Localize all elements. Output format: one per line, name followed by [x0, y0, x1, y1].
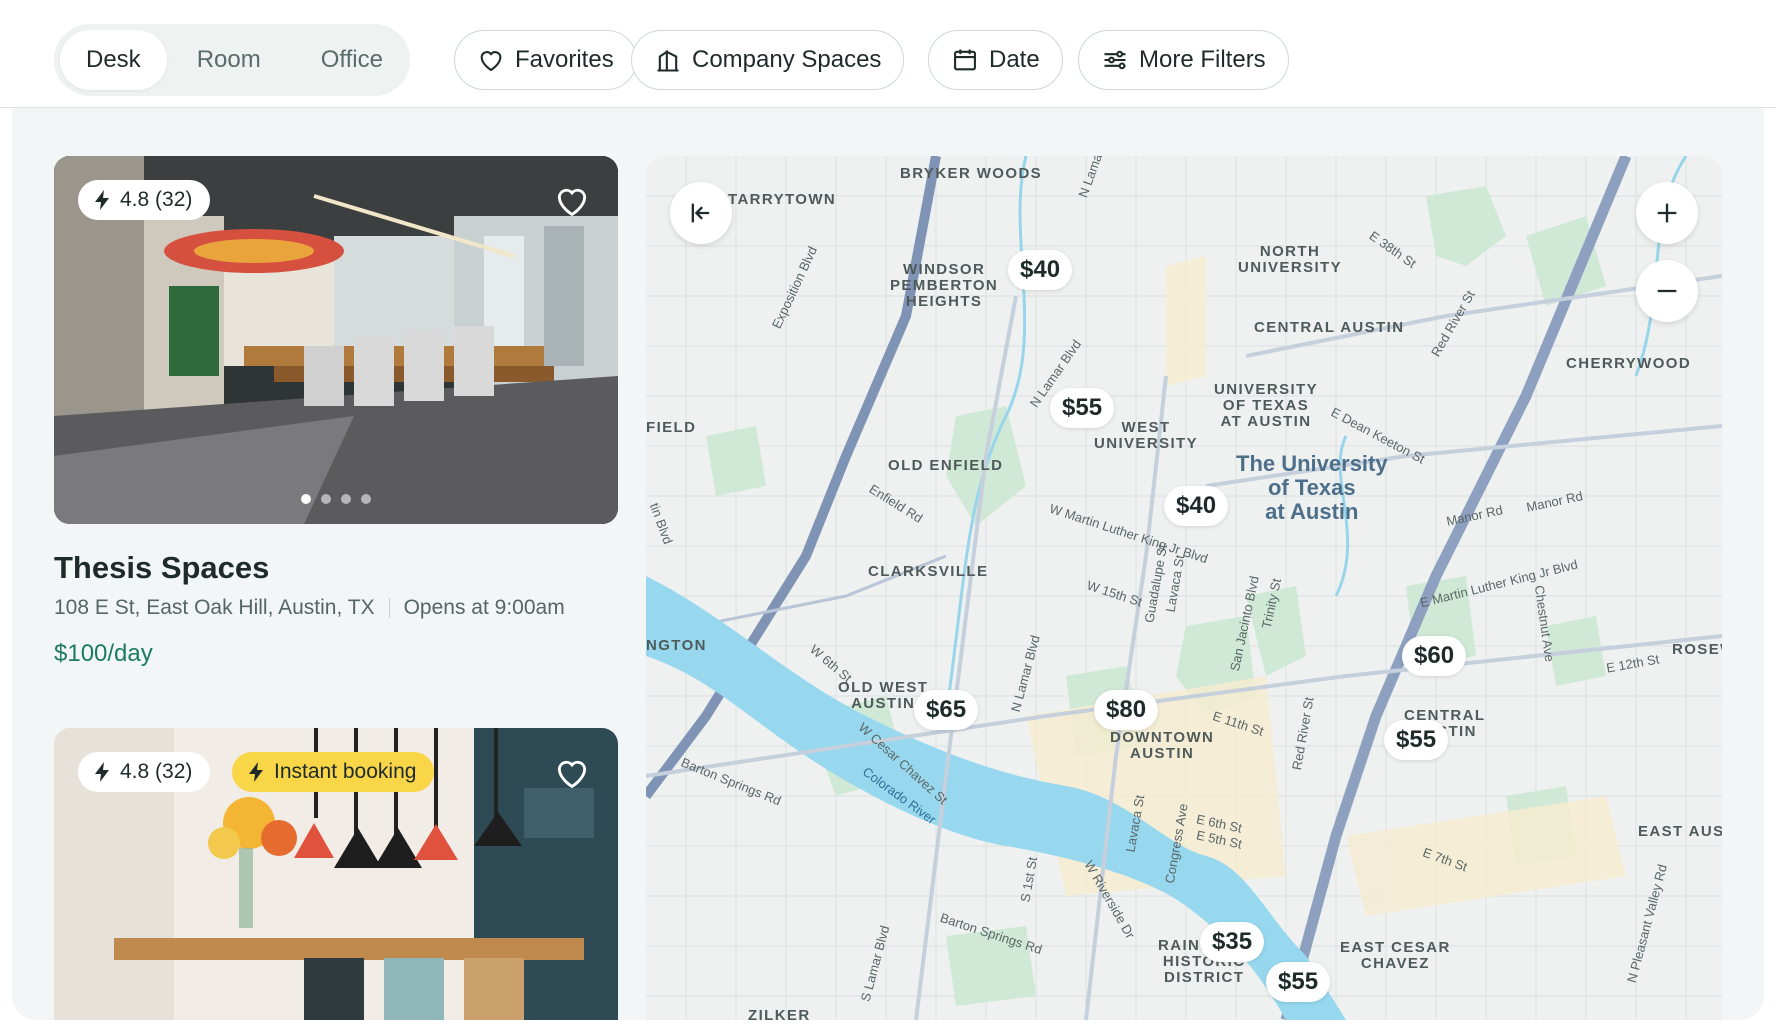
- map-price-pin[interactable]: $65: [914, 690, 979, 730]
- carousel-dot[interactable]: [301, 494, 311, 504]
- more-filters-label: More Filters: [1139, 46, 1266, 73]
- listing-hours: Opens at 9:00am: [403, 596, 565, 619]
- listing-price: $100/day: [54, 640, 153, 667]
- rating-text: 4.8 (32): [120, 760, 193, 783]
- rating-badge: 4.8 (32): [78, 752, 211, 792]
- bolt-icon: [249, 762, 263, 782]
- neighborhood-label: CLARKSVILLE: [868, 563, 989, 580]
- filter-bar: Desk Room Office Favorites Company Space…: [0, 0, 1776, 108]
- map-price-pin[interactable]: $35: [1200, 922, 1265, 962]
- zoom-out-button[interactable]: [1636, 260, 1698, 322]
- heart-icon: [480, 51, 502, 72]
- map-price-pin[interactable]: $55: [1266, 962, 1331, 1002]
- tab-desk[interactable]: Desk: [60, 30, 167, 90]
- bolt-icon: [95, 762, 109, 782]
- neighborhood-label: ROSEW: [1672, 641, 1722, 658]
- date-filter-button[interactable]: Date: [928, 30, 1063, 90]
- rating-badge: 4.8 (32): [78, 180, 211, 220]
- company-spaces-filter-button[interactable]: Company Spaces: [631, 30, 905, 90]
- favorites-label: Favorites: [515, 46, 614, 73]
- carousel-dot[interactable]: [361, 494, 371, 504]
- neighborhood-label: BRYKER WOODS: [900, 165, 1043, 182]
- listing-photo[interactable]: 4.8 (32): [54, 156, 618, 524]
- plus-icon: [1657, 203, 1677, 223]
- neighborhood-label: NGTON: [646, 637, 707, 654]
- favorites-filter-button[interactable]: Favorites: [454, 30, 637, 90]
- listing-details: 108 E St, East Oak Hill, Austin, TX Open…: [54, 596, 565, 620]
- instant-booking-text: Instant booking: [274, 760, 417, 783]
- neighborhood-label: UNIVERSITY OF TEXAS AT AUSTIN: [1214, 381, 1319, 430]
- neighborhood-label: CHERRYWOOD: [1566, 355, 1692, 372]
- map-price-pin[interactable]: $55: [1384, 720, 1449, 760]
- divider: [388, 598, 390, 618]
- minus-icon: [1657, 289, 1677, 293]
- neighborhood-label: WINDSOR PEMBERTON HEIGHTS: [890, 261, 999, 310]
- tab-office[interactable]: Office: [291, 30, 413, 90]
- calendar-icon: [954, 49, 976, 71]
- instant-booking-badge: Instant booking: [232, 752, 435, 792]
- collapse-map-button[interactable]: [670, 182, 732, 244]
- neighborhood-label: TARRYTOWN: [728, 191, 837, 208]
- company-spaces-label: Company Spaces: [692, 46, 882, 73]
- map-price-pin[interactable]: $60: [1402, 636, 1467, 676]
- photo-carousel-dots[interactable]: [301, 494, 371, 504]
- carousel-dot[interactable]: [341, 494, 351, 504]
- sliders-icon: [1104, 50, 1126, 70]
- neighborhood-label: NORTH UNIVERSITY: [1238, 243, 1343, 276]
- favorite-heart-icon[interactable]: [552, 754, 592, 792]
- map-price-pin[interactable]: $80: [1094, 690, 1159, 730]
- bolt-icon: [95, 190, 109, 210]
- map-price-pin[interactable]: $40: [1008, 250, 1073, 290]
- campus-label: The University of Texas at Austin: [1236, 451, 1388, 524]
- neighborhood-label: EAST AUS: [1638, 823, 1722, 840]
- listing-address: 108 E St, East Oak Hill, Austin, TX: [54, 596, 375, 619]
- map-panel[interactable]: BRYKER WOODS TARRYTOWN WINDSOR PEMBERTON…: [646, 156, 1722, 1020]
- map-price-pin[interactable]: $40: [1164, 486, 1229, 526]
- map-base: [646, 156, 1722, 1020]
- space-type-toggle: Desk Room Office: [54, 24, 410, 96]
- tab-room[interactable]: Room: [167, 30, 291, 90]
- neighborhood-label: ZILKER: [748, 1007, 811, 1021]
- listing-photo[interactable]: 4.8 (32) Instant booking: [54, 728, 618, 1020]
- neighborhood-label: WEST UNIVERSITY: [1094, 419, 1199, 452]
- neighborhood-label: OLD ENFIELD: [888, 457, 1004, 474]
- zoom-in-button[interactable]: [1636, 182, 1698, 244]
- carousel-dot[interactable]: [321, 494, 331, 504]
- listing-title[interactable]: Thesis Spaces: [54, 550, 269, 586]
- collapse-left-icon: [691, 203, 710, 223]
- building-icon: [657, 49, 679, 72]
- neighborhood-label: DOWNTOWN AUSTIN: [1110, 729, 1215, 762]
- app-page: Desk Room Office Favorites Company Space…: [0, 0, 1776, 1032]
- map-price-pin[interactable]: $55: [1050, 388, 1115, 428]
- favorite-heart-icon[interactable]: [552, 182, 592, 220]
- neighborhood-label: CENTRAL AUSTIN: [1254, 319, 1405, 336]
- more-filters-button[interactable]: More Filters: [1078, 30, 1289, 90]
- date-label: Date: [989, 46, 1040, 73]
- rating-text: 4.8 (32): [120, 188, 193, 211]
- neighborhood-label: EAST CESAR CHAVEZ: [1340, 939, 1451, 972]
- neighborhood-label: FIELD: [646, 419, 697, 436]
